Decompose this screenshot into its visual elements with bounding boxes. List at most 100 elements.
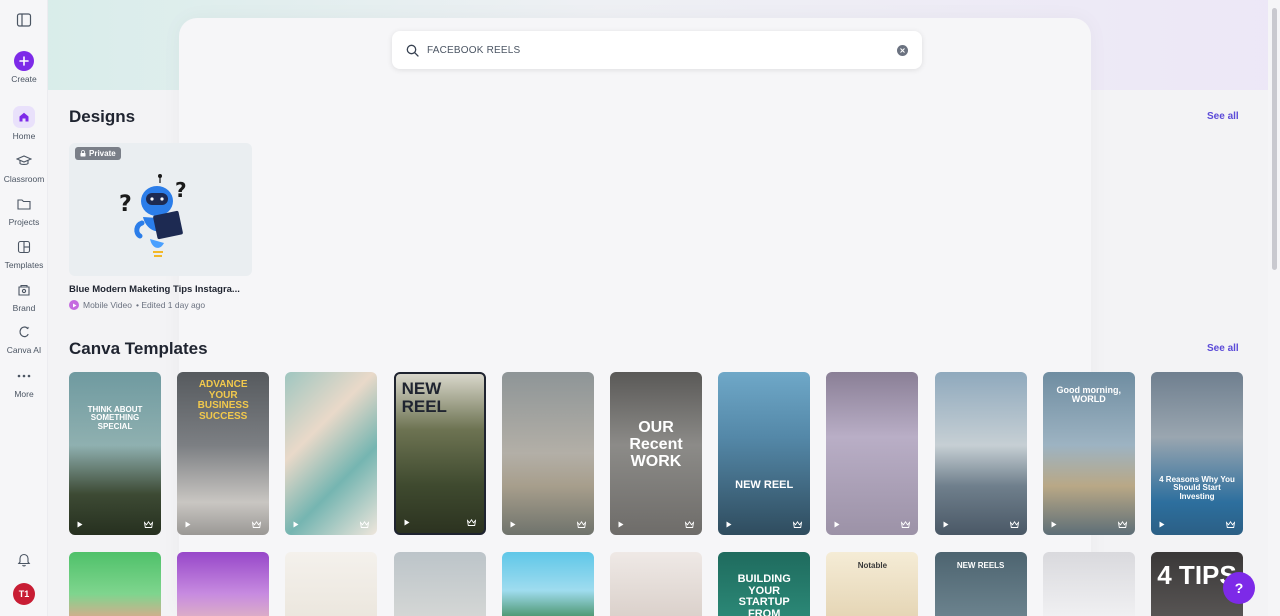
template-card[interactable]: Good morning, WORLD xyxy=(1042,372,1135,535)
sidebar-item-create[interactable]: Create xyxy=(0,51,48,84)
design-meta: Mobile Video • Edited 1 day ago xyxy=(69,300,205,310)
bell-icon[interactable] xyxy=(17,552,31,567)
play-icon[interactable] xyxy=(404,513,410,531)
template-card[interactable]: BUILDING YOUR STARTUP FROM SCRATCH xyxy=(718,552,811,616)
template-card-controls xyxy=(943,519,1019,529)
template-card[interactable] xyxy=(501,552,594,616)
template-card[interactable]: NEW REEL xyxy=(718,372,811,535)
templates-see-all-link[interactable]: See all xyxy=(1207,343,1239,354)
template-card-controls xyxy=(510,519,586,529)
template-card[interactable] xyxy=(285,552,378,616)
template-card-text: NEW REEL xyxy=(401,379,447,416)
template-card-text: Good morning, WORLD xyxy=(1056,385,1122,405)
template-card-controls xyxy=(1159,519,1236,529)
template-card[interactable]: ADVANCE YOUR BUSINESS SUCCESS xyxy=(177,372,270,535)
crown-icon xyxy=(251,515,262,533)
search-bar[interactable] xyxy=(392,31,922,69)
robot-illustration: ? ? xyxy=(119,174,187,257)
clear-search-icon[interactable] xyxy=(897,44,908,56)
play-icon[interactable] xyxy=(510,515,516,533)
sidebar-item-projects[interactable]: Projects xyxy=(0,194,48,227)
template-card[interactable] xyxy=(1042,552,1135,616)
graduation-cap-icon xyxy=(14,151,34,171)
sidebar-panel-icon[interactable] xyxy=(16,12,32,28)
crown-icon xyxy=(792,515,803,533)
sidebar-item-label: Brand xyxy=(12,303,36,313)
template-card-controls xyxy=(185,519,262,529)
scrollbar-thumb[interactable] xyxy=(1272,8,1277,270)
designs-see-all-link[interactable]: See all xyxy=(1207,111,1239,122)
crown-icon xyxy=(466,513,476,531)
sidebar-item-label: Create xyxy=(11,74,37,84)
templates-icon xyxy=(14,237,34,257)
template-card-controls xyxy=(77,519,154,529)
play-icon[interactable] xyxy=(943,515,949,533)
template-card[interactable]: NEW REEL xyxy=(393,372,486,535)
crown-icon xyxy=(1009,515,1019,533)
sidebar-item-home[interactable]: Home xyxy=(0,106,48,141)
template-card[interactable]: Notable xyxy=(826,552,919,616)
home-icon xyxy=(13,106,35,128)
play-icon[interactable] xyxy=(726,515,732,533)
sidebar-item-label: Classroom xyxy=(3,174,45,184)
template-card[interactable]: NEW REELS xyxy=(934,552,1027,616)
sidebar-item-templates[interactable]: Templates xyxy=(0,237,48,270)
template-card-text: Notable xyxy=(857,561,888,570)
brand-icon xyxy=(14,280,34,300)
crown-icon xyxy=(360,515,370,533)
canva-home: Create Home Classroom Projects Templates xyxy=(0,0,1280,616)
design-thumbnail[interactable]: Private ? ? xyxy=(69,143,252,276)
private-badge-label: Private xyxy=(89,149,116,158)
svg-text:?: ? xyxy=(175,178,187,202)
plus-icon xyxy=(14,51,34,71)
template-card[interactable] xyxy=(393,552,486,616)
template-card[interactable]: 4 Reasons Why You Should Start Investing xyxy=(1151,372,1243,535)
play-icon[interactable] xyxy=(293,515,299,533)
template-card-controls xyxy=(293,519,370,529)
play-icon[interactable] xyxy=(618,515,624,533)
play-icon[interactable] xyxy=(185,515,191,533)
search-input[interactable] xyxy=(427,44,897,56)
crown-icon xyxy=(901,515,911,533)
avatar[interactable]: T1 xyxy=(13,583,35,605)
template-card-controls xyxy=(1051,519,1127,529)
help-button[interactable]: ? xyxy=(1223,572,1255,604)
play-icon[interactable] xyxy=(77,515,83,533)
sidebar-item-more[interactable]: More xyxy=(0,366,48,399)
design-title[interactable]: Blue Modern Maketing Tips Instagra... xyxy=(69,284,253,295)
sidebar-item-label: Projects xyxy=(8,217,40,227)
folder-icon xyxy=(14,194,34,214)
template-card-controls xyxy=(834,519,911,529)
play-icon[interactable] xyxy=(1159,515,1165,533)
template-card-controls xyxy=(726,519,803,529)
sidebar-item-canva-ai[interactable]: Canva AI xyxy=(0,322,48,355)
template-card[interactable]: THINK ABOUT SOMETHING SPECIAL xyxy=(69,372,161,535)
sidebar-item-classroom[interactable]: Classroom xyxy=(0,151,48,184)
crown-icon xyxy=(1117,515,1127,533)
templates-heading: Canva Templates xyxy=(69,339,208,358)
crown-icon xyxy=(1225,515,1236,533)
template-card-text: 4 Reasons Why You Should Start Investing xyxy=(1159,475,1235,501)
template-card-controls xyxy=(404,517,476,527)
template-card[interactable] xyxy=(826,372,919,535)
template-card[interactable]: OUR Recent WORK xyxy=(610,372,702,535)
left-sidebar: Create Home Classroom Projects Templates xyxy=(0,0,48,616)
template-card[interactable] xyxy=(501,372,594,535)
play-icon[interactable] xyxy=(1051,515,1057,533)
sidebar-item-label: Templates xyxy=(4,260,44,270)
sidebar-item-brand[interactable]: Brand xyxy=(0,280,48,313)
template-card-text: OUR Recent WORK xyxy=(629,419,683,470)
template-card[interactable] xyxy=(177,552,270,616)
template-card[interactable] xyxy=(285,372,378,535)
scrollbar[interactable] xyxy=(1268,0,1280,616)
template-card[interactable] xyxy=(610,552,702,616)
template-card-text: NEW REELS xyxy=(956,561,1005,570)
template-card-text: ADVANCE YOUR BUSINESS SUCCESS xyxy=(197,379,249,422)
canva-ai-icon xyxy=(14,322,34,342)
template-card-text: BUILDING YOUR STARTUP FROM SCRATCH xyxy=(737,573,791,616)
play-icon[interactable] xyxy=(834,515,840,533)
search-icon xyxy=(406,44,419,57)
template-card[interactable] xyxy=(934,372,1027,535)
template-card[interactable] xyxy=(69,552,161,616)
crown-icon xyxy=(684,515,695,533)
